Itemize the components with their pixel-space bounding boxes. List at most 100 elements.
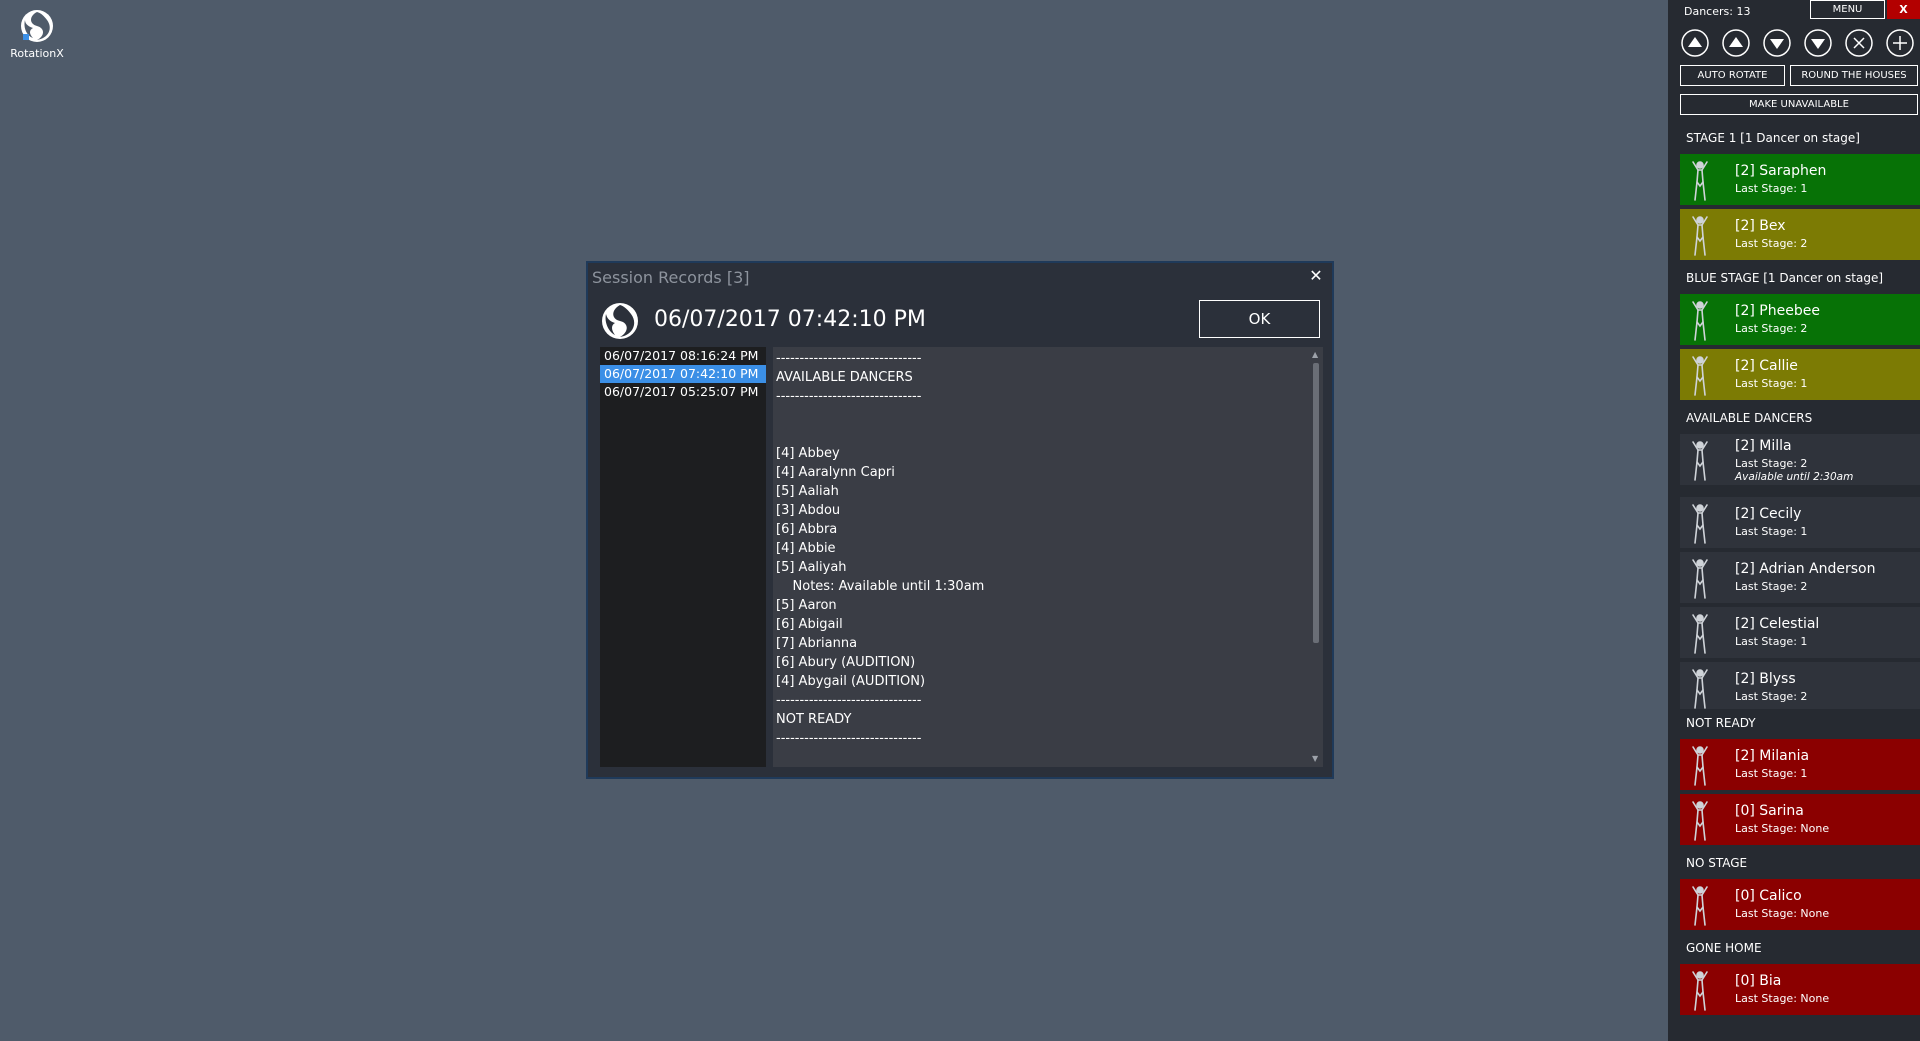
record-content-line: ------------------------------- [776,351,922,366]
record-content-line: NOT READY [776,712,852,727]
section-header: STAGE 1 [1 Dancer on stage] [1680,124,1920,152]
dancer-name: [2] Blyss [1735,671,1796,687]
menu-button[interactable]: MENU [1810,0,1885,19]
dancer-last-stage: Last Stage: 2 [1735,237,1808,250]
dancer-card[interactable]: [2] Bex Last Stage: 2 [1680,207,1920,260]
dancer-figure-icon [1688,503,1712,545]
dancer-figure-icon [1688,300,1712,342]
record-list-item[interactable]: 06/07/2017 08:16:24 PM [600,347,766,365]
record-list[interactable]: 06/07/2017 08:16:24 PM 06/07/2017 07:42:1… [600,347,766,767]
make-unavailable-button[interactable]: MAKE UNAVAILABLE [1680,94,1918,115]
dancer-last-stage: Last Stage: 1 [1735,182,1808,195]
dancer-card[interactable]: [2] Cecily Last Stage: 1 [1680,495,1920,548]
panel-topbar: Dancers: 13 MENU X [1668,0,1920,22]
dancer-card[interactable]: [0] Calico Last Stage: None [1680,877,1920,930]
round-the-houses-button[interactable]: ROUND THE HOUSES [1790,65,1918,86]
remove-icon[interactable] [1844,28,1874,58]
move-bottom-icon[interactable] [1803,28,1833,58]
rotationx-logo-icon [19,8,55,44]
dancer-name: [2] Adrian Anderson [1735,561,1876,577]
dancer-last-stage: Last Stage: 1 [1735,635,1808,648]
rotation-panel: Dancers: 13 MENU X AUTO ROTATE ROUND THE… [1668,0,1920,1041]
move-down-icon[interactable] [1762,28,1792,58]
dancer-name: [2] Callie [1735,358,1798,374]
dialog-title: Session Records [3] [592,268,750,287]
dancer-figure-icon [1688,440,1712,482]
dancer-last-stage: Last Stage: 1 [1735,377,1808,390]
scroll-down-icon[interactable]: ▼ [1312,755,1320,763]
dancer-card[interactable]: [2] Saraphen Last Stage: 1 [1680,152,1920,205]
record-content-viewer[interactable]: ------------------------------- AVAILABLE… [773,347,1323,767]
rotationx-desktop-icon[interactable]: RotationX [6,8,68,60]
record-content-line: [6] Abbra [776,522,838,537]
dancer-name: [2] Celestial [1735,616,1820,632]
record-content-line: [4] Aaralynn Capri [776,465,895,480]
scrollbar-thumb[interactable] [1313,363,1319,643]
dancer-figure-icon [1688,800,1712,842]
record-list-item[interactable]: 06/07/2017 05:25:07 PM [600,383,766,401]
dancer-last-stage: Last Stage: 2 [1735,580,1808,593]
record-content-line: ------------------------------- [776,731,922,746]
record-content-line: [6] Abigail [776,617,843,632]
dancer-last-stage: Last Stage: None [1735,992,1830,1005]
record-list-item[interactable]: 06/07/2017 07:42:10 PM [600,365,766,383]
dancer-name: [0] Bia [1735,973,1782,989]
dialog-titlebar: Session Records [3] ✕ [588,263,1332,291]
record-content-line: [5] Aaron [776,598,837,613]
dialog-header: 06/07/2017 07:42:10 PM OK [600,297,1326,345]
dancer-figure-icon [1688,160,1712,202]
dancer-card[interactable]: [2] Adrian Anderson Last Stage: 2 [1680,550,1920,603]
session-records-dialog: Session Records [3] ✕ 06/07/2017 07:42:1… [586,261,1334,779]
record-content-line: [4] Abbie [776,541,836,556]
dancer-card[interactable]: [2] Pheebee Last Stage: 2 [1680,292,1920,345]
dancer-last-stage: Last Stage: 2 [1735,690,1808,703]
dancer-last-stage: Last Stage: 2 [1735,322,1808,335]
record-content-text: ------------------------------- AVAILABLE… [776,349,1301,767]
dancer-card[interactable]: [2] Callie Last Stage: 1 [1680,347,1920,400]
dancer-name: [0] Sarina [1735,803,1804,819]
record-content-line: ------------------------------- [776,693,922,708]
scroll-up-icon[interactable]: ▲ [1312,351,1320,359]
dancer-card[interactable]: [0] Bia Last Stage: None [1680,962,1920,1015]
dancer-card[interactable]: [0] Sarina Last Stage: None [1680,792,1920,845]
dancer-name: [2] Milania [1735,748,1810,764]
dancer-card[interactable]: [2] Milania Last Stage: 1 [1680,737,1920,790]
dancer-figure-icon [1688,613,1712,655]
dancer-name: [2] Milla [1735,438,1792,454]
dancer-availability-note: Available until 2:30am [1735,471,1854,483]
move-top-icon[interactable] [1680,28,1710,58]
dancer-figure-icon [1688,668,1712,710]
add-icon[interactable] [1885,28,1915,58]
record-content-line: [5] Aaliah [776,484,839,499]
dancer-name: [2] Cecily [1735,506,1802,522]
ok-button[interactable]: OK [1199,300,1320,338]
record-heading: 06/07/2017 07:42:10 PM [654,307,926,332]
section-header: BLUE STAGE [1 Dancer on stage] [1680,264,1920,292]
record-content-line: [5] Aaliyah [776,560,847,575]
dancer-name: [2] Bex [1735,218,1786,234]
record-content-line: [6] Abury (AUDITION) [776,655,916,670]
rotationx-logo-icon [600,301,640,341]
dancer-last-stage: Last Stage: None [1735,907,1830,920]
dialog-close-icon[interactable]: ✕ [1306,266,1326,286]
rotation-controls [1680,28,1916,58]
dancer-card[interactable]: [2] Celestial Last Stage: 1 [1680,605,1920,658]
section-header: GONE HOME [1680,934,1920,962]
auto-rotate-button[interactable]: AUTO ROTATE [1680,65,1785,86]
dancer-card[interactable]: [2] Milla Last Stage: 2 Available until 2:… [1680,432,1920,485]
record-content-line: [7] Abrianna [776,636,858,651]
dancer-last-stage: Last Stage: None [1735,822,1830,835]
move-up-icon[interactable] [1721,28,1751,58]
dancer-figure-icon [1688,970,1712,1012]
record-content-line: [3] Abdou [776,503,841,518]
close-app-button[interactable]: X [1887,0,1920,19]
content-scrollbar[interactable]: ▲ ▼ [1309,347,1323,767]
dancer-name: [2] Saraphen [1735,163,1827,179]
dancer-last-stage: Last Stage: 1 [1735,767,1808,780]
dancer-last-stage: Last Stage: 1 [1735,525,1808,538]
dancer-card[interactable]: [2] Blyss Last Stage: 2 [1680,660,1920,713]
record-content-line [776,425,1301,444]
section-header: AVAILABLE DANCERS [1680,404,1920,432]
dancer-name: [2] Pheebee [1735,303,1820,319]
section-header: NOT READY [1680,709,1920,737]
